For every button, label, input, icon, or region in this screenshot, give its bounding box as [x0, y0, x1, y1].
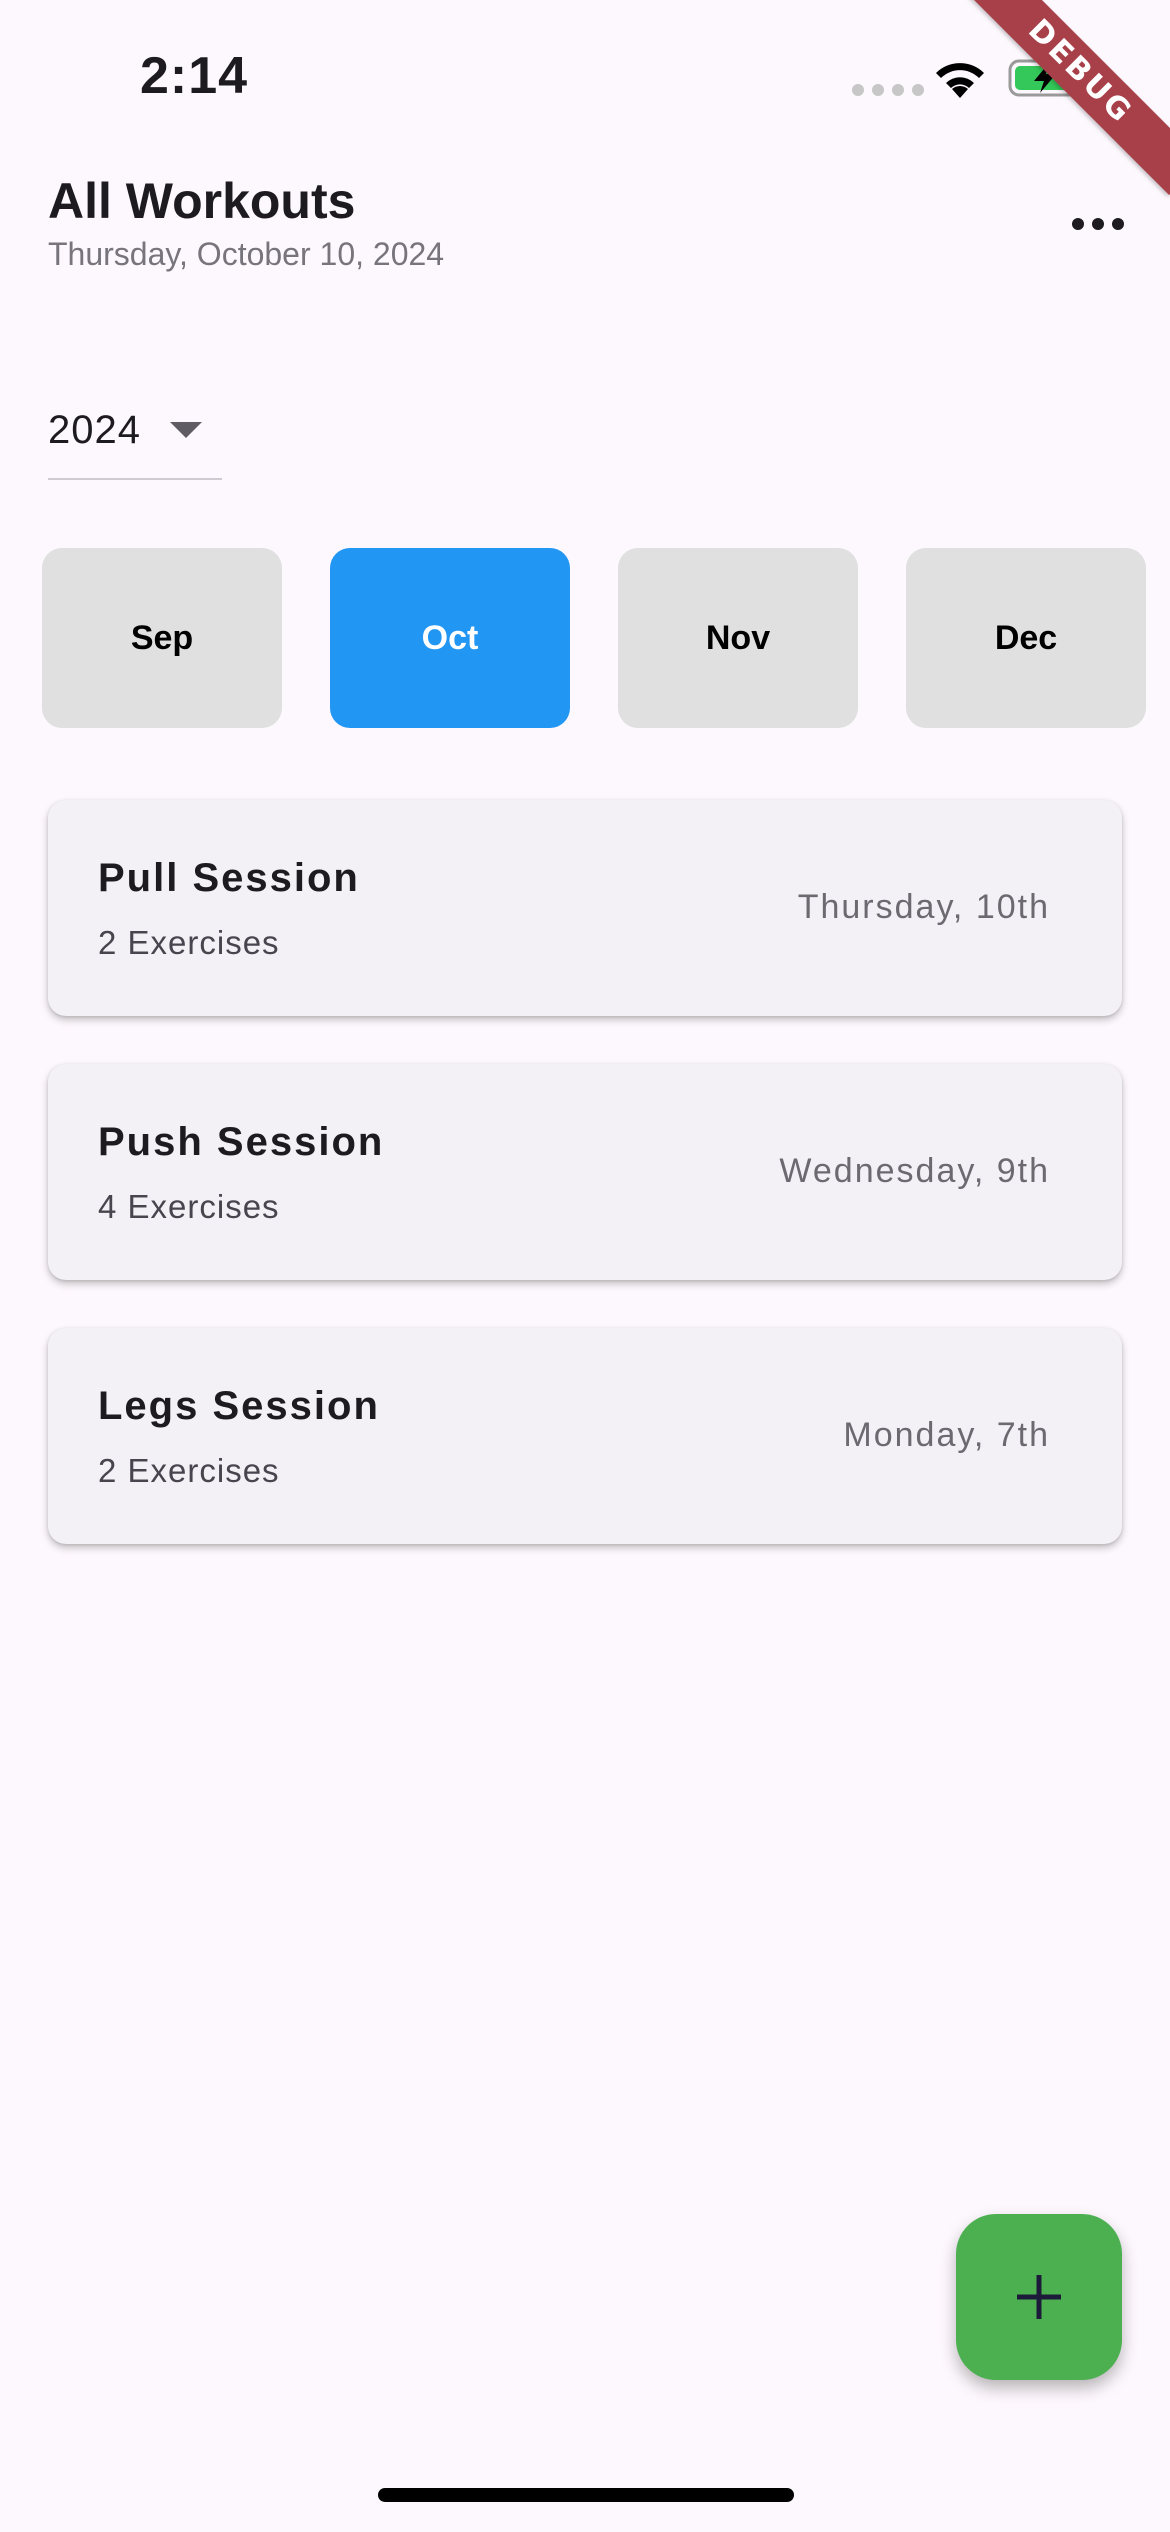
plus-icon [1017, 2275, 1061, 2319]
workout-card-pull[interactable]: Pull Session 2 Exercises Thursday, 10th [48, 800, 1122, 1016]
year-dropdown-value: 2024 [48, 408, 141, 452]
workout-name: Pull Session [98, 856, 360, 900]
dropdown-arrow-icon [170, 422, 202, 438]
month-chip-nov[interactable]: Nov [618, 548, 858, 728]
workout-exercise-count: 4 Exercises [98, 1188, 280, 1225]
year-dropdown[interactable]: 2024 [48, 398, 222, 480]
workout-name: Push Session [98, 1120, 385, 1164]
wifi-icon [936, 63, 984, 98]
more-horizontal-icon [1072, 218, 1084, 230]
workout-card-legs[interactable]: Legs Session 2 Exercises Monday, 7th [48, 1328, 1122, 1544]
workout-date: Wednesday, 9th [779, 1152, 1050, 1190]
workout-date: Thursday, 10th [797, 888, 1050, 926]
month-chip-dec[interactable]: Dec [906, 548, 1146, 728]
month-chip-sep[interactable]: Sep [42, 548, 282, 728]
status-time: 2:14 [140, 47, 249, 105]
month-chip-oct[interactable]: Oct [330, 548, 570, 728]
more-options-button[interactable] [1066, 196, 1130, 252]
page-title: All Workouts [48, 173, 356, 229]
workout-exercise-count: 2 Exercises [98, 1452, 280, 1489]
workout-date: Monday, 7th [843, 1416, 1050, 1454]
home-indicator[interactable] [378, 2488, 794, 2502]
workout-card-push[interactable]: Push Session 4 Exercises Wednesday, 9th [48, 1064, 1122, 1280]
add-workout-button[interactable] [956, 2214, 1122, 2380]
page-subtitle-date: Thursday, October 10, 2024 [48, 236, 445, 272]
workout-exercise-count: 2 Exercises [98, 924, 280, 961]
workout-name: Legs Session [98, 1384, 380, 1428]
cellular-dots-icon [852, 84, 924, 96]
